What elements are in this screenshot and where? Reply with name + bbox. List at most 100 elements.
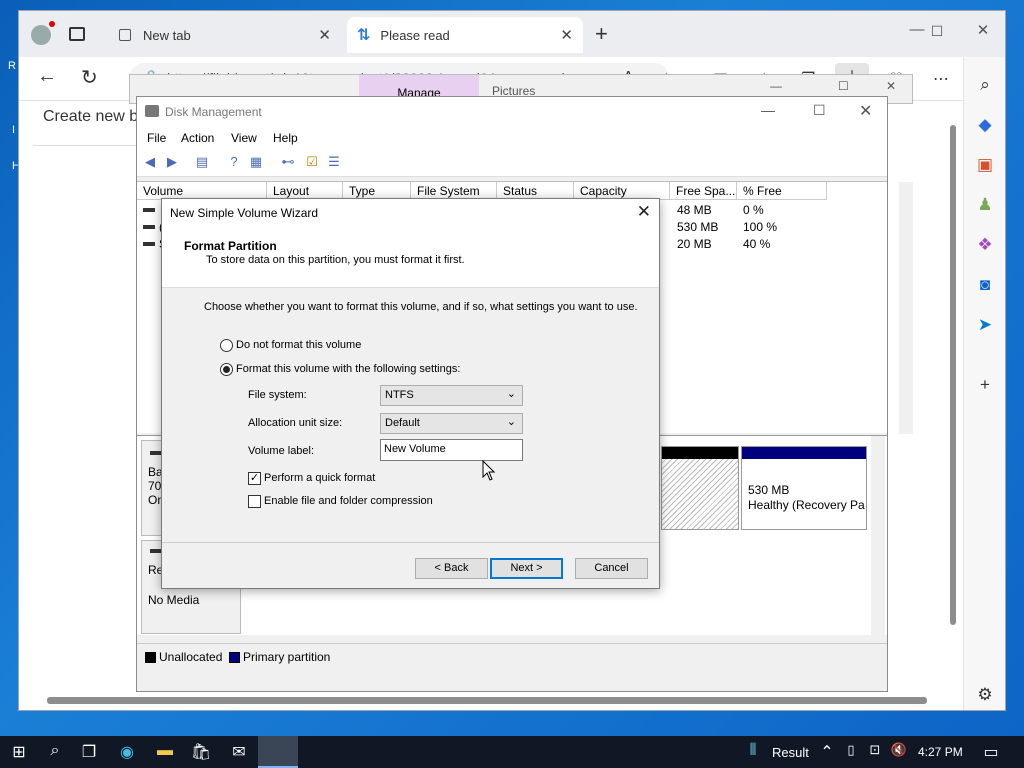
profile-avatar[interactable] <box>31 25 51 45</box>
properties-icon[interactable]: ▤ <box>193 154 211 172</box>
sort-arrows-icon: ⇅ <box>357 27 371 44</box>
minimize-icon[interactable]: — <box>761 102 775 118</box>
compression-checkbox[interactable] <box>248 495 261 508</box>
edge-browser-icon[interactable]: ◉ <box>116 742 138 764</box>
close-icon[interactable]: ✕ <box>318 26 331 44</box>
graph-scrollbar[interactable] <box>871 436 885 636</box>
close-window-icon[interactable]: ✕ <box>963 21 1003 39</box>
tab-new-tab[interactable]: New tab ✕ <box>109 17 341 53</box>
list-icon[interactable]: ▦ <box>247 154 265 172</box>
title-bar: Disk Management — ☐ ✕ <box>137 97 887 127</box>
settings-gear-icon[interactable]: ⚙ <box>974 685 996 707</box>
tab-actions-icon[interactable] <box>69 27 85 41</box>
send-icon[interactable]: ➤ <box>974 315 996 337</box>
cancel-button[interactable]: Cancel <box>575 558 648 579</box>
help-icon[interactable]: ? <box>225 154 243 172</box>
check-icon[interactable]: ☑ <box>303 154 321 172</box>
file-system-select[interactable]: NTFS ⌄ <box>380 385 523 406</box>
page-heading: Create new b <box>43 108 139 125</box>
free-space-cell: 20 MB <box>677 237 712 251</box>
more-icon[interactable]: ⋯ <box>933 69 949 89</box>
search-icon[interactable]: ⌕ <box>974 75 996 97</box>
app-logo-icon: ⦀ <box>749 742 757 759</box>
menu-view[interactable]: View <box>231 131 257 145</box>
page-title: Format Partition <box>184 239 277 253</box>
device-icon[interactable]: ▯ <box>840 742 862 764</box>
legend-bar: Unallocated Primary partition <box>137 643 887 669</box>
volume-muted-icon[interactable]: 🔇 <box>888 742 910 764</box>
next-button[interactable]: Next > <box>490 558 563 579</box>
office-icon[interactable]: ❖ <box>974 235 996 257</box>
mail-icon[interactable]: ✉ <box>228 742 250 764</box>
task-view-icon[interactable]: ❐ <box>78 742 100 764</box>
volume-label-input[interactable]: New Volume <box>380 439 523 461</box>
notifications-icon[interactable]: ▭ <box>980 742 1002 764</box>
percent-free-cell: 40 % <box>743 237 771 251</box>
settings-list-icon[interactable]: ☰ <box>325 154 343 172</box>
column-header-percent-free[interactable]: % Free <box>737 182 827 200</box>
maximize-icon[interactable]: ☐ <box>838 79 849 93</box>
chevron-down-icon: ⌄ <box>506 416 516 428</box>
network-icon[interactable]: ⊡ <box>864 742 886 764</box>
divider <box>162 542 659 543</box>
outlook-icon[interactable]: ◙ <box>974 275 996 297</box>
add-icon[interactable]: + <box>974 375 996 397</box>
scroll-thumb[interactable] <box>47 697 927 704</box>
unallocated-partition[interactable] <box>661 446 739 530</box>
quick-format-checkbox[interactable]: ✓ <box>248 472 261 485</box>
file-system-value: NTFS <box>385 389 414 401</box>
close-icon[interactable]: ✕ <box>886 79 896 93</box>
tools-icon[interactable]: ▣ <box>974 155 996 177</box>
maximize-icon[interactable]: ☐ <box>917 23 957 40</box>
menu-bar: File Action View Help <box>137 127 887 149</box>
windows-start-icon[interactable]: ⊞ <box>8 742 30 764</box>
free-space-cell: 530 MB <box>677 220 719 234</box>
maximize-icon[interactable]: ☐ <box>813 102 826 119</box>
page-vertical-scrollbar[interactable] <box>947 111 959 691</box>
connect-icon[interactable]: ⊷ <box>279 154 297 172</box>
forward-arrow-icon[interactable]: ▶ <box>163 154 181 172</box>
desktop-letter: I <box>12 124 16 136</box>
column-header-free-space[interactable]: Free Spa... <box>670 182 737 200</box>
quick-format-label[interactable]: Perform a quick format <box>264 472 375 484</box>
list-scrollbar[interactable] <box>899 182 913 434</box>
format-radio[interactable] <box>220 363 233 376</box>
tab-please-read[interactable]: ⇅ Please read ✕ <box>347 17 583 53</box>
disk-management-taskbar-icon[interactable] <box>258 736 298 768</box>
people-icon[interactable]: ♟ <box>974 195 996 217</box>
menu-file[interactable]: File <box>147 131 166 145</box>
tray-label[interactable]: Result <box>772 745 809 760</box>
compression-label[interactable]: Enable file and folder compression <box>264 495 433 507</box>
file-explorer-icon[interactable]: ▬ <box>154 742 176 764</box>
menu-help[interactable]: Help <box>273 131 298 145</box>
back-button[interactable]: < Back <box>415 558 488 579</box>
refresh-icon[interactable]: ↻ <box>81 65 98 90</box>
allocation-unit-select[interactable]: Default ⌄ <box>380 413 523 434</box>
scroll-thumb[interactable] <box>950 125 956 625</box>
store-icon[interactable]: 🛍 <box>190 742 212 764</box>
new-tab-button[interactable]: + <box>595 21 608 47</box>
no-format-label[interactable]: Do not format this volume <box>236 339 361 351</box>
back-icon[interactable]: ← <box>37 65 57 88</box>
close-icon[interactable]: ✕ <box>560 26 573 44</box>
no-format-radio[interactable] <box>220 339 233 352</box>
minimize-icon[interactable]: — <box>770 79 782 93</box>
disk-management-icon <box>145 105 159 117</box>
tab-strip: New tab ✕ ⇅ Please read ✕ + — ☐ ✕ <box>19 11 1005 57</box>
menu-action[interactable]: Action <box>181 131 214 145</box>
close-icon[interactable]: ✕ <box>859 101 872 121</box>
back-arrow-icon[interactable]: ◀ <box>141 154 159 172</box>
partition-header-bar <box>662 447 738 459</box>
page-horizontal-scrollbar[interactable] <box>33 693 949 707</box>
format-label[interactable]: Format this volume with the following se… <box>236 363 460 375</box>
divider <box>33 145 153 146</box>
close-icon[interactable]: ✕ <box>637 202 651 222</box>
recovery-partition[interactable]: 530 MB Healthy (Recovery Pa <box>741 446 867 530</box>
toolbar: ◀ ▶ ▤ ? ▦ ⊷ ☑ ☰ <box>137 149 887 177</box>
chevron-up-icon[interactable]: ⌃ <box>816 742 838 764</box>
clock[interactable]: 4:27 PM <box>918 745 963 759</box>
legend-label: Unallocated <box>159 650 223 664</box>
allocation-unit-label: Allocation unit size: <box>248 417 343 429</box>
shopping-tag-icon[interactable]: ◆ <box>974 115 996 137</box>
search-icon[interactable]: ⌕ <box>44 742 66 764</box>
